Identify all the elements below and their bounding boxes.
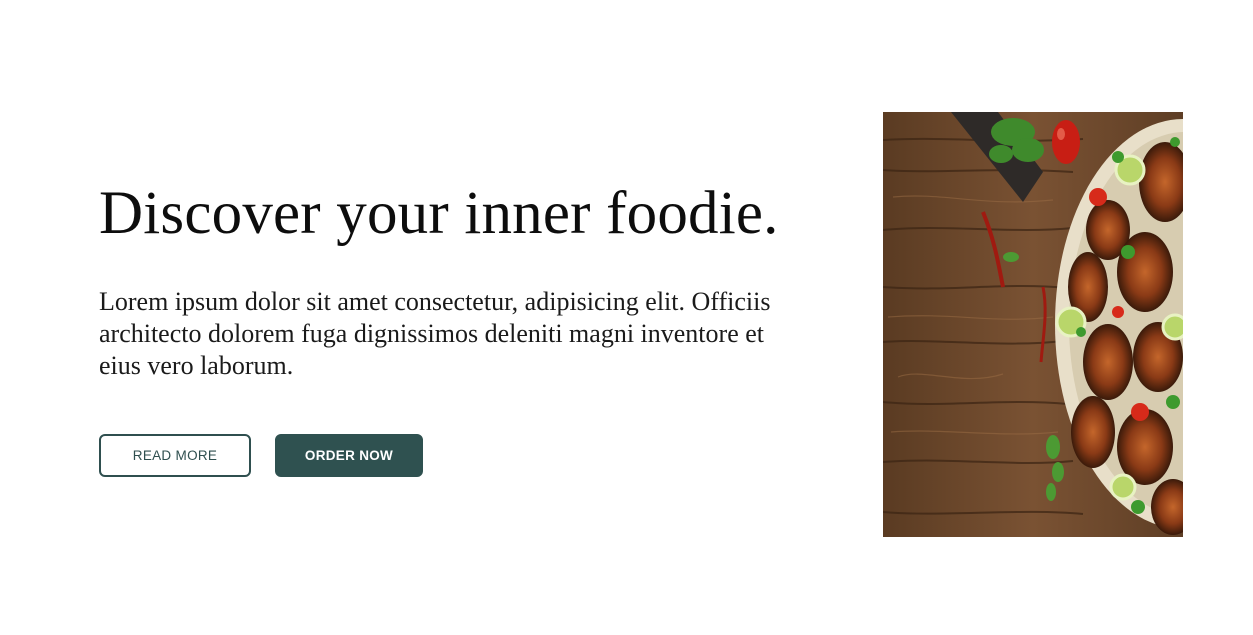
food-photo — [883, 112, 1183, 537]
read-more-button[interactable]: READ MORE — [99, 434, 251, 477]
hero-content: Discover your inner foodie. Lorem ipsum … — [99, 180, 819, 382]
hero-description: Lorem ipsum dolor sit amet consectetur, … — [99, 287, 771, 380]
order-now-button[interactable]: ORDER NOW — [275, 434, 423, 477]
hero-actions: READ MORE ORDER NOW — [99, 434, 423, 477]
hero-section: Discover your inner foodie. Lorem ipsum … — [0, 0, 1253, 635]
hero-title: Discover your inner foodie. — [99, 180, 779, 247]
food-photo-icon — [883, 112, 1183, 537]
